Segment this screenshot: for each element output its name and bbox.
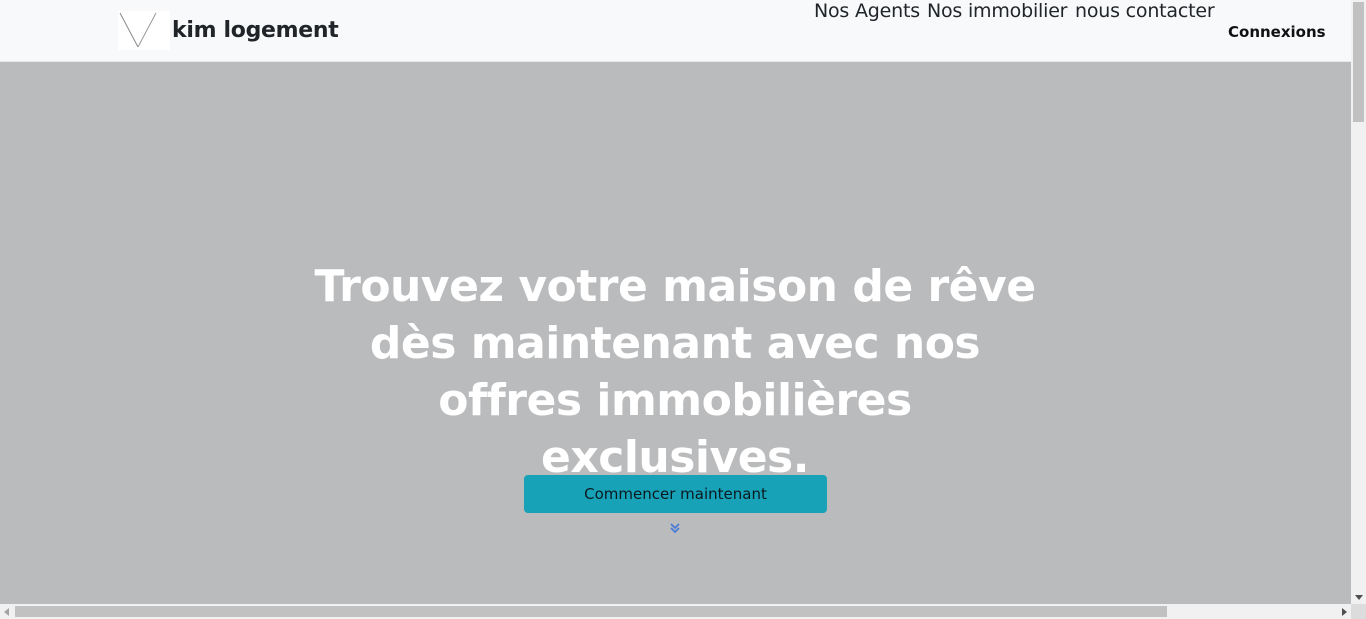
scrollbar-corner bbox=[1351, 604, 1366, 619]
hero-section: Trouvez votre maison de rêve dès mainten… bbox=[0, 62, 1351, 604]
scroll-down-arrow-icon[interactable] bbox=[1355, 595, 1363, 600]
double-chevron-down-icon[interactable] bbox=[669, 521, 681, 534]
brand-name[interactable]: kim logement bbox=[172, 18, 339, 43]
nav-link-agents[interactable]: Nos Agents bbox=[814, 0, 920, 22]
hero-title: Trouvez votre maison de rêve dès mainten… bbox=[314, 261, 1036, 483]
start-now-button[interactable]: Commencer maintenant bbox=[524, 475, 827, 513]
logo-icon bbox=[118, 11, 170, 50]
scroll-right-arrow-icon[interactable] bbox=[1342, 608, 1347, 616]
vertical-scrollbar-thumb[interactable] bbox=[1353, 2, 1364, 122]
scroll-left-arrow-icon[interactable] bbox=[4, 608, 9, 616]
brand[interactable]: kim logement bbox=[118, 11, 339, 50]
horizontal-scrollbar[interactable] bbox=[0, 604, 1366, 619]
nav-link-contact[interactable]: nous contacter bbox=[1075, 0, 1215, 22]
horizontal-scrollbar-thumb[interactable] bbox=[15, 606, 1167, 617]
nav-link-immobilier[interactable]: Nos immobilier bbox=[927, 0, 1067, 22]
login-link[interactable]: Connexions bbox=[1228, 23, 1326, 41]
vertical-scrollbar[interactable] bbox=[1351, 0, 1366, 604]
navbar: kim logement Nos Agents Nos immobilier n… bbox=[0, 0, 1351, 62]
